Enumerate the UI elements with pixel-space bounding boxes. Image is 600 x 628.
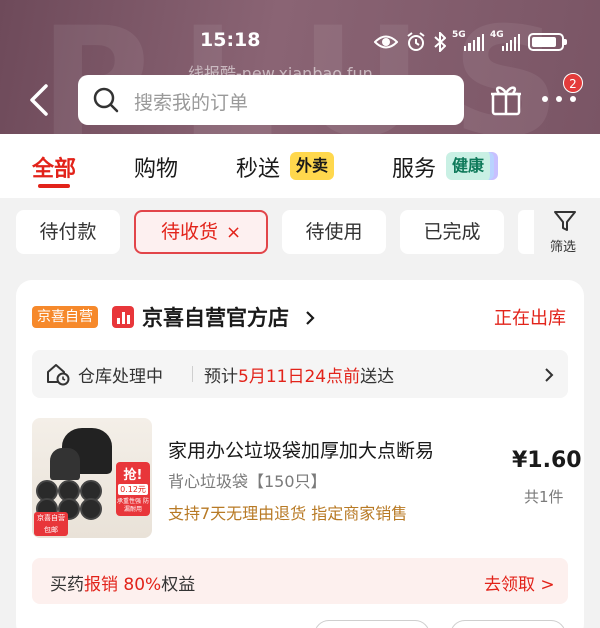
signal-4g-icon: 4G <box>490 30 520 51</box>
delivery-eta: 预计5月11日24点前送达 <box>204 367 395 387</box>
tab-shopping[interactable]: 购物 <box>134 151 178 183</box>
product-quantity: 共1件 <box>524 488 564 506</box>
filter-pending-payment[interactable]: 待付款 <box>16 210 120 254</box>
eye-icon <box>374 35 398 49</box>
close-icon[interactable]: × <box>226 213 241 253</box>
waimai-badge: 外卖 <box>290 152 335 180</box>
filter-pending-receipt[interactable]: 待收货 × <box>134 210 268 254</box>
store-logo-icon <box>112 306 134 328</box>
claim-link[interactable]: 去领取 > <box>484 570 555 595</box>
image-store-tag: 京喜自营 包邮 <box>34 512 68 536</box>
search-input[interactable]: 搜索我的订单 <box>78 75 464 125</box>
warehouse-clock-icon <box>47 364 70 386</box>
promo-text: 买药报销 80%权益 <box>50 575 196 595</box>
product-service-tags: 支持7天无理由退货 指定商家销售 <box>168 504 408 523</box>
product-image[interactable]: 抢! 0.12元 承重性强 防漏耐用 京喜自营 包邮 <box>32 418 152 538</box>
tab-service[interactable]: 服务 <box>392 151 436 183</box>
chevron-right-icon[interactable] <box>544 368 554 382</box>
promo-banner[interactable]: 买药报销 80%权益 去领取 > <box>32 558 568 604</box>
tab-all-underline <box>38 184 70 188</box>
product-price: ¥1.60 <box>512 448 582 473</box>
divider <box>192 366 193 382</box>
bluetooth-icon <box>434 32 446 52</box>
alarm-icon <box>407 32 425 51</box>
delivery-info[interactable]: 仓库处理中 预计5月11日24点前送达 <box>32 350 568 398</box>
store-name[interactable]: 京喜自营官方店 <box>142 302 289 332</box>
status-filters: 待付款 待收货 × 待使用 已完成 筛选 <box>0 198 600 268</box>
header: PLUS 15:18 5G 4G 线报酷-new.xianbao.fun 搜索我… <box>0 0 600 134</box>
image-promo-badge: 抢! 0.12元 承重性强 防漏耐用 <box>116 462 150 516</box>
status-time: 15:18 <box>200 29 261 51</box>
product-title[interactable]: 家用办公垃圾袋加厚加大点断易 <box>168 436 434 463</box>
search-placeholder: 搜索我的订单 <box>134 92 249 114</box>
back-arrow-icon[interactable] <box>24 82 54 118</box>
filter-pending-receipt-label: 待收货 <box>160 221 218 243</box>
action-button[interactable] <box>314 620 430 628</box>
filter-completed[interactable]: 已完成 <box>400 210 504 254</box>
signal-5g-icon: 5G <box>452 30 485 51</box>
health-badge: 健康 <box>446 152 495 180</box>
status-icons: 5G 4G <box>374 29 567 55</box>
status-bar: 15:18 5G 4G <box>0 26 600 56</box>
battery-icon <box>528 33 567 51</box>
action-button[interactable] <box>450 620 566 628</box>
warehouse-status: 仓库处理中 <box>78 367 163 387</box>
order-status: 正在出库 <box>494 308 566 329</box>
gift-icon[interactable] <box>490 82 522 116</box>
tab-all[interactable]: 全部 <box>32 151 76 183</box>
filter-pending-use[interactable]: 待使用 <box>282 210 386 254</box>
product-subtitle: 背心垃圾袋【150只】 <box>168 472 327 491</box>
notification-badge: 2 <box>563 73 583 93</box>
tab-flash[interactable]: 秒送 <box>236 151 280 183</box>
order-card[interactable]: 京喜自营 京喜自营官方店 正在出库 仓库处理中 预计5月11日24点前送达 抢!… <box>16 280 584 628</box>
filter-overflow-chip <box>518 210 534 254</box>
more-icon[interactable] <box>542 96 576 104</box>
chevron-right-icon[interactable] <box>304 310 316 326</box>
store-tag: 京喜自营 <box>32 306 98 328</box>
search-icon <box>93 87 119 113</box>
filter-label[interactable]: 筛选 <box>550 236 576 255</box>
filter-icon[interactable] <box>552 208 578 234</box>
